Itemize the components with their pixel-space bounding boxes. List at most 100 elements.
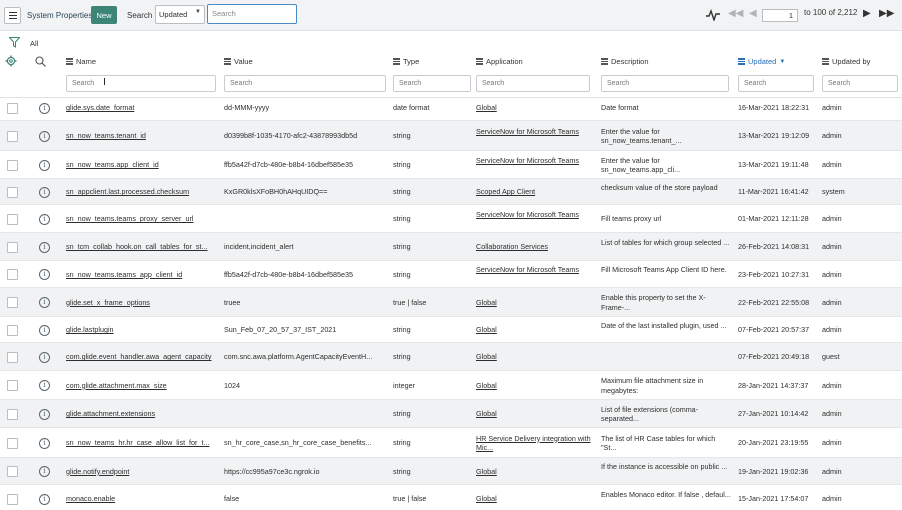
table-row[interactable]: i sn_now_teams_hr.hr_case_allow_list_for_… xyxy=(0,428,902,458)
cell-application[interactable]: Global xyxy=(476,325,594,335)
column-menu-icon[interactable] xyxy=(393,58,400,65)
column-search-application[interactable]: Search xyxy=(476,75,590,92)
column-menu-icon[interactable] xyxy=(224,58,231,65)
cell-name[interactable]: sn_tcm_collab_hook.on_call_tables_for_st… xyxy=(66,242,218,252)
cell-application[interactable]: Global xyxy=(476,298,594,308)
cell-name[interactable]: com.glide.event_handler.awa_agent_capaci… xyxy=(66,352,218,362)
page-number-input[interactable]: 1 xyxy=(762,9,798,22)
table-row[interactable]: i com.glide.attachment.max_size 1024 intege… xyxy=(0,371,902,400)
row-checkbox[interactable] xyxy=(7,351,18,363)
column-header-updated[interactable]: Updated ▼ xyxy=(738,57,785,66)
gear-icon[interactable] xyxy=(5,55,17,67)
column-header-name[interactable]: Name xyxy=(66,57,96,66)
row-checkbox[interactable] xyxy=(7,269,18,280)
row-checkbox[interactable] xyxy=(7,130,18,142)
info-icon[interactable]: i xyxy=(39,493,50,505)
column-search-updated-by[interactable]: Search xyxy=(822,75,898,92)
cell-application[interactable]: ServiceNow for Microsoft Teams xyxy=(476,156,594,166)
info-icon[interactable]: i xyxy=(39,297,50,308)
row-checkbox[interactable] xyxy=(7,324,18,336)
cell-application[interactable]: ServiceNow for Microsoft Teams xyxy=(476,127,594,137)
cell-name[interactable]: sn_now_teams.teams_proxy_server_url xyxy=(66,214,218,224)
cell-name[interactable]: glide.attachment.extensions xyxy=(66,409,218,419)
search-icon[interactable] xyxy=(35,56,46,67)
cell-application[interactable]: ServiceNow for Microsoft Teams xyxy=(476,265,594,275)
column-header-type[interactable]: Type xyxy=(393,57,419,66)
table-row[interactable]: i sn_now_teams.teams_proxy_server_url stri… xyxy=(0,205,902,233)
cell-application[interactable]: Global xyxy=(476,494,594,504)
column-menu-icon[interactable] xyxy=(66,58,73,65)
row-checkbox[interactable] xyxy=(7,297,18,308)
column-header-description[interactable]: Description xyxy=(601,57,649,66)
activity-icon[interactable] xyxy=(706,9,720,21)
cell-name[interactable]: sn_now_teams_hr.hr_case_allow_list_for_t… xyxy=(66,438,218,448)
cell-application[interactable]: Global xyxy=(476,352,594,362)
info-icon[interactable]: i xyxy=(39,466,50,477)
table-row[interactable]: i glide.sys.date_format dd-MMM-yyyy date fo… xyxy=(0,95,902,121)
table-row[interactable]: i glide.lastplugin Sun_Feb_07_20_57_37_IST… xyxy=(0,317,902,343)
info-icon[interactable]: i xyxy=(39,159,50,171)
info-icon[interactable]: i xyxy=(39,380,50,391)
table-row[interactable]: i com.glide.event_handler.awa_agent_capac… xyxy=(0,343,902,371)
table-row[interactable]: i glide.attachment.extensions string Global… xyxy=(0,400,902,428)
table-row[interactable]: i sn_tcm_collab_hook.on_call_tables_for_s… xyxy=(0,233,902,261)
new-button[interactable]: New xyxy=(91,6,117,24)
cell-name[interactable]: com.glide.attachment.max_size xyxy=(66,381,218,391)
first-page-icon[interactable]: ◀◀ xyxy=(728,8,743,19)
info-icon[interactable]: i xyxy=(39,213,50,225)
cell-application[interactable]: Global xyxy=(476,409,594,419)
row-checkbox[interactable] xyxy=(7,213,18,225)
cell-application[interactable]: Scoped App Client xyxy=(476,187,594,197)
cell-application[interactable]: HR Service Delivery integration with Mic… xyxy=(476,434,594,453)
column-search-type[interactable]: Search xyxy=(393,75,471,92)
row-checkbox[interactable] xyxy=(7,466,18,477)
search-input[interactable]: Search xyxy=(207,4,297,24)
prev-page-icon[interactable]: ◀ xyxy=(749,8,757,19)
table-row[interactable]: i glide.set_x_frame_options truee true | fa… xyxy=(0,288,902,317)
row-checkbox[interactable] xyxy=(7,241,18,253)
page-title[interactable]: System Properties xyxy=(27,11,92,20)
info-icon[interactable]: i xyxy=(39,102,50,114)
cell-name[interactable]: glide.lastplugin xyxy=(66,325,218,335)
info-icon[interactable]: i xyxy=(39,269,50,280)
search-field-select[interactable]: Updated ▼ xyxy=(155,5,205,24)
row-checkbox[interactable] xyxy=(7,437,18,449)
row-checkbox[interactable] xyxy=(7,408,18,420)
table-row[interactable]: i monaco.enable false true | false Global Ena… xyxy=(0,485,902,510)
column-menu-icon[interactable] xyxy=(822,58,829,65)
table-row[interactable]: i sn_now_teams.teams_app_client_id ffb5a42… xyxy=(0,261,902,288)
cell-name[interactable]: sn_now_teams.tenant_id xyxy=(66,131,218,141)
table-row[interactable]: i sn_now_teams.tenant_id d0399b8f-1035-417… xyxy=(0,121,902,151)
row-checkbox[interactable] xyxy=(7,380,18,391)
table-row[interactable]: i sn_appclient.last.processed.checksum KxG… xyxy=(0,179,902,205)
last-page-icon[interactable]: ▶▶ xyxy=(879,8,894,19)
column-header-value[interactable]: Value xyxy=(224,57,253,66)
filter-icon[interactable] xyxy=(9,37,20,48)
info-icon[interactable]: i xyxy=(39,130,50,142)
cell-name[interactable]: sn_appclient.last.processed.checksum xyxy=(66,187,218,197)
cell-name[interactable]: monaco.enable xyxy=(66,494,218,504)
column-search-value[interactable]: Search xyxy=(224,75,386,92)
sort-descending-icon[interactable]: ▼ xyxy=(779,59,785,65)
info-icon[interactable]: i xyxy=(39,186,50,198)
column-search-updated[interactable]: Search xyxy=(738,75,814,92)
row-checkbox[interactable] xyxy=(7,186,18,198)
info-icon[interactable]: i xyxy=(39,437,50,449)
cell-application[interactable]: Global xyxy=(476,467,594,477)
row-checkbox[interactable] xyxy=(7,493,18,505)
cell-name[interactable]: sn_now_teams.teams_app_client_id xyxy=(66,270,218,280)
info-icon[interactable]: i xyxy=(39,324,50,336)
table-row[interactable]: i glide.notify.endpoint https://cc995a97ce… xyxy=(0,458,902,485)
table-row[interactable]: i sn_now_teams.app_client_id ffb5a42f-d7cb… xyxy=(0,151,902,179)
info-icon[interactable]: i xyxy=(39,408,50,420)
info-icon[interactable]: i xyxy=(39,351,50,363)
cell-name[interactable]: glide.sys.date_format xyxy=(66,103,218,113)
cell-application[interactable]: Global xyxy=(476,381,594,391)
cell-application[interactable]: Global xyxy=(476,103,594,113)
breadcrumb-all[interactable]: All xyxy=(30,39,38,48)
cell-application[interactable]: ServiceNow for Microsoft Teams xyxy=(476,210,594,220)
column-menu-icon[interactable] xyxy=(738,58,745,65)
next-page-icon[interactable]: ▶ xyxy=(863,8,871,19)
cell-name[interactable]: glide.set_x_frame_options xyxy=(66,298,218,308)
row-checkbox[interactable] xyxy=(7,102,18,114)
